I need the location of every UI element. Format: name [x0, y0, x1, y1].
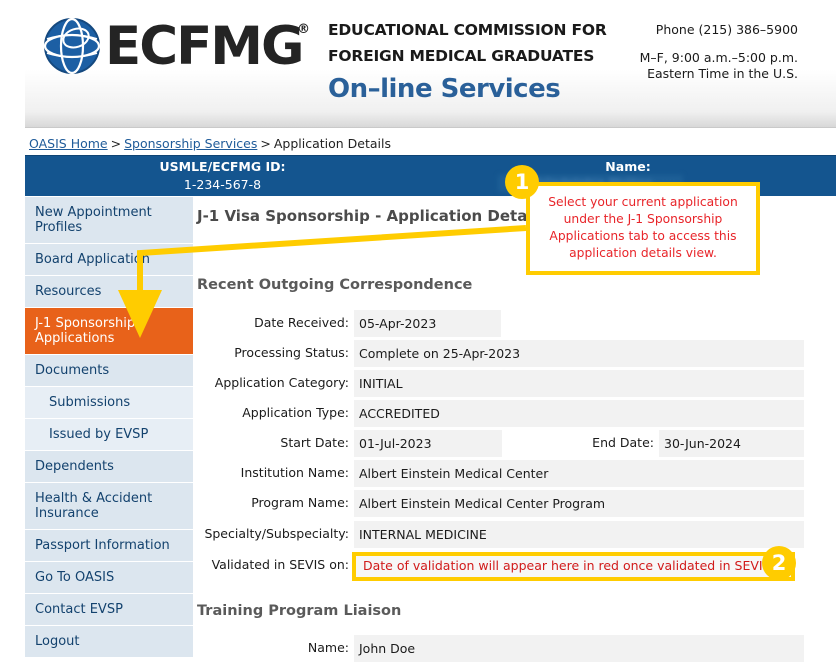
date-received-label: Date Received: [254, 315, 349, 330]
field-row-specialty: Specialty/Subspecialty: INTERNAL MEDICIN… [197, 521, 836, 551]
sidebar-item-go-to-oasis[interactable]: Go To OASIS [25, 562, 193, 594]
date-received-value: 05-Apr-2023 [354, 310, 501, 337]
sidebar-item-logout[interactable]: Logout [25, 626, 193, 658]
sidebar-item-dependents[interactable]: Dependents [25, 451, 193, 483]
breadcrumb: OASIS Home > Sponsorship Services > Applicat… [29, 136, 391, 151]
usmle-ecfmg-id-block: USMLE/ECFMG ID: 1-234-567-8 [25, 158, 420, 194]
sidebar-item-passport-information[interactable]: Passport Information [25, 530, 193, 562]
breadcrumb-item-sponsorship-services[interactable]: Sponsorship Services [124, 136, 257, 151]
processing-status-label: Processing Status: [234, 345, 349, 360]
usmle-ecfmg-id-label: USMLE/ECFMG ID: [159, 159, 286, 174]
ecfmg-wordmark: ECFMG [105, 16, 305, 77]
application-category-value: INITIAL [354, 370, 804, 397]
liaison-name-label: Name: [307, 640, 349, 655]
end-date-label: End Date: [592, 435, 654, 450]
program-name-value: Albert Einstein Medical Center Program [354, 490, 804, 517]
breadcrumb-separator-1: > [110, 136, 122, 151]
sidebar-item-submissions[interactable]: Submissions [25, 387, 193, 419]
annotation-badge-1: 1 [505, 165, 539, 199]
section-heading-training-program-liaison: Training Program Liaison [197, 603, 402, 619]
start-date-value: 01-Jul-2023 [354, 430, 502, 457]
annotation-badge-2: 2 [762, 546, 796, 580]
sidebar-item-issued-by-evsp[interactable]: Issued by EVSP [25, 419, 193, 451]
processing-status-value: Complete on 25-Apr-2023 [354, 340, 804, 367]
contact-phone: Phone (215) 386–5900 [655, 22, 798, 37]
liaison-name-value: John Doe [354, 635, 804, 662]
application-details-page: ECFMG ® EDUCATIONAL COMMISSION FOR FOREI… [0, 0, 836, 665]
org-name-line-1: EDUCATIONAL COMMISSION FOR [328, 21, 607, 39]
specialty-label: Specialty/Subspecialty: [204, 526, 349, 541]
end-date-value: 30-Jun-2024 [659, 430, 804, 457]
breadcrumb-separator-2: > [260, 136, 271, 151]
breadcrumb-item-application-details: Application Details [273, 136, 392, 151]
globe-icon [43, 17, 101, 75]
field-row-program-name: Program Name: Albert Einstein Medical Ce… [197, 490, 836, 520]
start-date-label: Start Date: [280, 435, 349, 450]
field-row-start-end-date: Start Date: 01-Jul-2023 End Date: 30-Jun… [197, 430, 836, 460]
section-heading-recent-correspondence: Recent Outgoing Correspondence [197, 277, 473, 293]
page-title: J-1 Visa Sponsorship - Application Detai… [197, 207, 547, 225]
program-name-label: Program Name: [251, 495, 349, 510]
specialty-value: INTERNAL MEDICINE [354, 521, 804, 548]
field-row-date-received: Date Received: 05-Apr-2023 [197, 310, 836, 340]
sidebar-item-j1-sponsorship-applications[interactable]: J-1 Sponsorship Applications [25, 308, 193, 355]
field-row-liaison-name: Name: John Doe [197, 635, 836, 665]
field-row-institution-name: Institution Name: Albert Einstein Medica… [197, 460, 836, 490]
field-row-application-type: Application Type: ACCREDITED [197, 400, 836, 430]
sidebar-item-resources[interactable]: Resources [25, 276, 193, 308]
site-header: ECFMG ® EDUCATIONAL COMMISSION FOR FOREI… [25, 0, 836, 128]
validated-in-sevis-label: Validated in SEVIS on: [211, 557, 349, 572]
candidate-name-label: Name: [605, 159, 651, 174]
org-name-line-2: FOREIGN MEDICAL GRADUATES [328, 47, 595, 65]
contact-timezone: Eastern Time in the U.S. [647, 66, 798, 81]
product-title: On–line Services [328, 74, 561, 104]
annotation-callout-1: Select your current application under th… [526, 182, 760, 275]
field-row-processing-status: Processing Status: Complete on 25-Apr-20… [197, 340, 836, 370]
application-category-label: Application Category: [214, 375, 349, 390]
registered-mark-icon: ® [297, 22, 310, 37]
field-row-application-category: Application Category: INITIAL [197, 370, 836, 400]
sidebar-item-documents[interactable]: Documents [25, 355, 193, 387]
contact-hours: M–F, 9:00 a.m.–5:00 p.m. [639, 50, 798, 65]
application-type-value: ACCREDITED [354, 400, 804, 427]
institution-name-label: Institution Name: [240, 465, 349, 480]
application-type-label: Application Type: [242, 405, 349, 420]
sidebar-item-new-appointment-profiles[interactable]: New Appointment Profiles [25, 197, 193, 244]
annotation-highlight-2 [352, 552, 795, 581]
sidebar-nav: New Appointment Profiles Board Applicati… [25, 197, 193, 658]
sidebar-item-health-accident-insurance[interactable]: Health & Accident Insurance [25, 483, 193, 530]
breadcrumb-item-oasis-home[interactable]: OASIS Home [29, 136, 108, 151]
institution-name-value: Albert Einstein Medical Center [354, 460, 804, 487]
sidebar-item-board-application[interactable]: Board Application [25, 244, 193, 276]
sidebar-item-contact-evsp[interactable]: Contact EVSP [25, 594, 193, 626]
usmle-ecfmg-id-value: 1-234-567-8 [183, 177, 262, 192]
